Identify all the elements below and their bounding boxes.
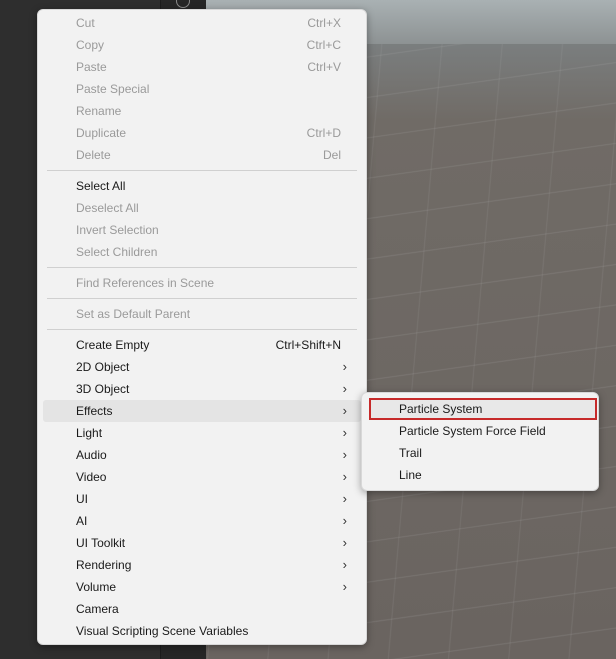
menu-item-create-empty[interactable]: Create Empty Ctrl+Shift+N [43, 334, 361, 356]
menu-item-visual-scripting-scene-variables[interactable]: Visual Scripting Scene Variables [43, 620, 361, 642]
chevron-right-icon: › [342, 535, 347, 550]
menu-item-rendering[interactable]: Rendering › [43, 554, 361, 576]
menu-item-camera[interactable]: Camera [43, 598, 361, 620]
menu-item-3d-object[interactable]: 3D Object › [43, 378, 361, 400]
submenu-item-particle-system[interactable]: Particle System [369, 398, 597, 420]
menu-item-select-children[interactable]: Select Children [43, 241, 361, 263]
menu-item-light[interactable]: Light › [43, 422, 361, 444]
chevron-right-icon: › [342, 557, 347, 572]
menu-item-audio[interactable]: Audio › [43, 444, 361, 466]
chevron-right-icon: › [342, 579, 347, 594]
shortcut-cut: Ctrl+X [307, 16, 341, 30]
menu-item-rename[interactable]: Rename [43, 100, 361, 122]
chevron-right-icon: › [342, 425, 347, 440]
menu-item-find-references[interactable]: Find References in Scene [43, 272, 361, 294]
context-menu: Cut Ctrl+X Copy Ctrl+C Paste Ctrl+V Paste S… [37, 9, 367, 645]
menu-item-duplicate[interactable]: Duplicate Ctrl+D [43, 122, 361, 144]
menu-item-select-all[interactable]: Select All [43, 175, 361, 197]
chevron-right-icon: › [342, 447, 347, 462]
chevron-right-icon: › [342, 469, 347, 484]
menu-item-2d-object[interactable]: 2D Object › [43, 356, 361, 378]
menu-separator [47, 298, 357, 299]
shortcut-duplicate: Ctrl+D [306, 126, 341, 140]
submenu-item-line[interactable]: Line [362, 464, 598, 486]
chevron-right-icon: › [342, 491, 347, 506]
chevron-right-icon: › [342, 359, 347, 374]
shortcut-create-empty: Ctrl+Shift+N [275, 338, 341, 352]
menu-item-volume[interactable]: Volume › [43, 576, 361, 598]
menu-item-ui-toolkit[interactable]: UI Toolkit › [43, 532, 361, 554]
menu-item-delete[interactable]: Delete Del [43, 144, 361, 166]
submenu-item-particle-system-force-field[interactable]: Particle System Force Field [362, 420, 598, 442]
shortcut-paste: Ctrl+V [307, 60, 341, 74]
menu-separator [47, 329, 357, 330]
menu-item-paste-special[interactable]: Paste Special [43, 78, 361, 100]
menu-item-ui[interactable]: UI › [43, 488, 361, 510]
menu-item-paste[interactable]: Paste Ctrl+V [43, 56, 361, 78]
menu-item-deselect-all[interactable]: Deselect All [43, 197, 361, 219]
menu-item-cut[interactable]: Cut Ctrl+X [43, 12, 361, 34]
menu-item-video[interactable]: Video › [43, 466, 361, 488]
effects-submenu: Particle System Particle System Force Fi… [361, 392, 599, 491]
menu-separator [47, 267, 357, 268]
menu-item-set-default-parent[interactable]: Set as Default Parent [43, 303, 361, 325]
chevron-right-icon: › [342, 403, 347, 418]
shortcut-copy: Ctrl+C [306, 38, 341, 52]
shortcut-delete: Del [322, 148, 341, 162]
submenu-item-trail[interactable]: Trail [362, 442, 598, 464]
menu-item-copy[interactable]: Copy Ctrl+C [43, 34, 361, 56]
menu-separator [47, 170, 357, 171]
menu-item-effects[interactable]: Effects › [43, 400, 361, 422]
chevron-right-icon: › [342, 381, 347, 396]
menu-item-invert-selection[interactable]: Invert Selection [43, 219, 361, 241]
chevron-right-icon: › [342, 513, 347, 528]
menu-item-ai[interactable]: AI › [43, 510, 361, 532]
